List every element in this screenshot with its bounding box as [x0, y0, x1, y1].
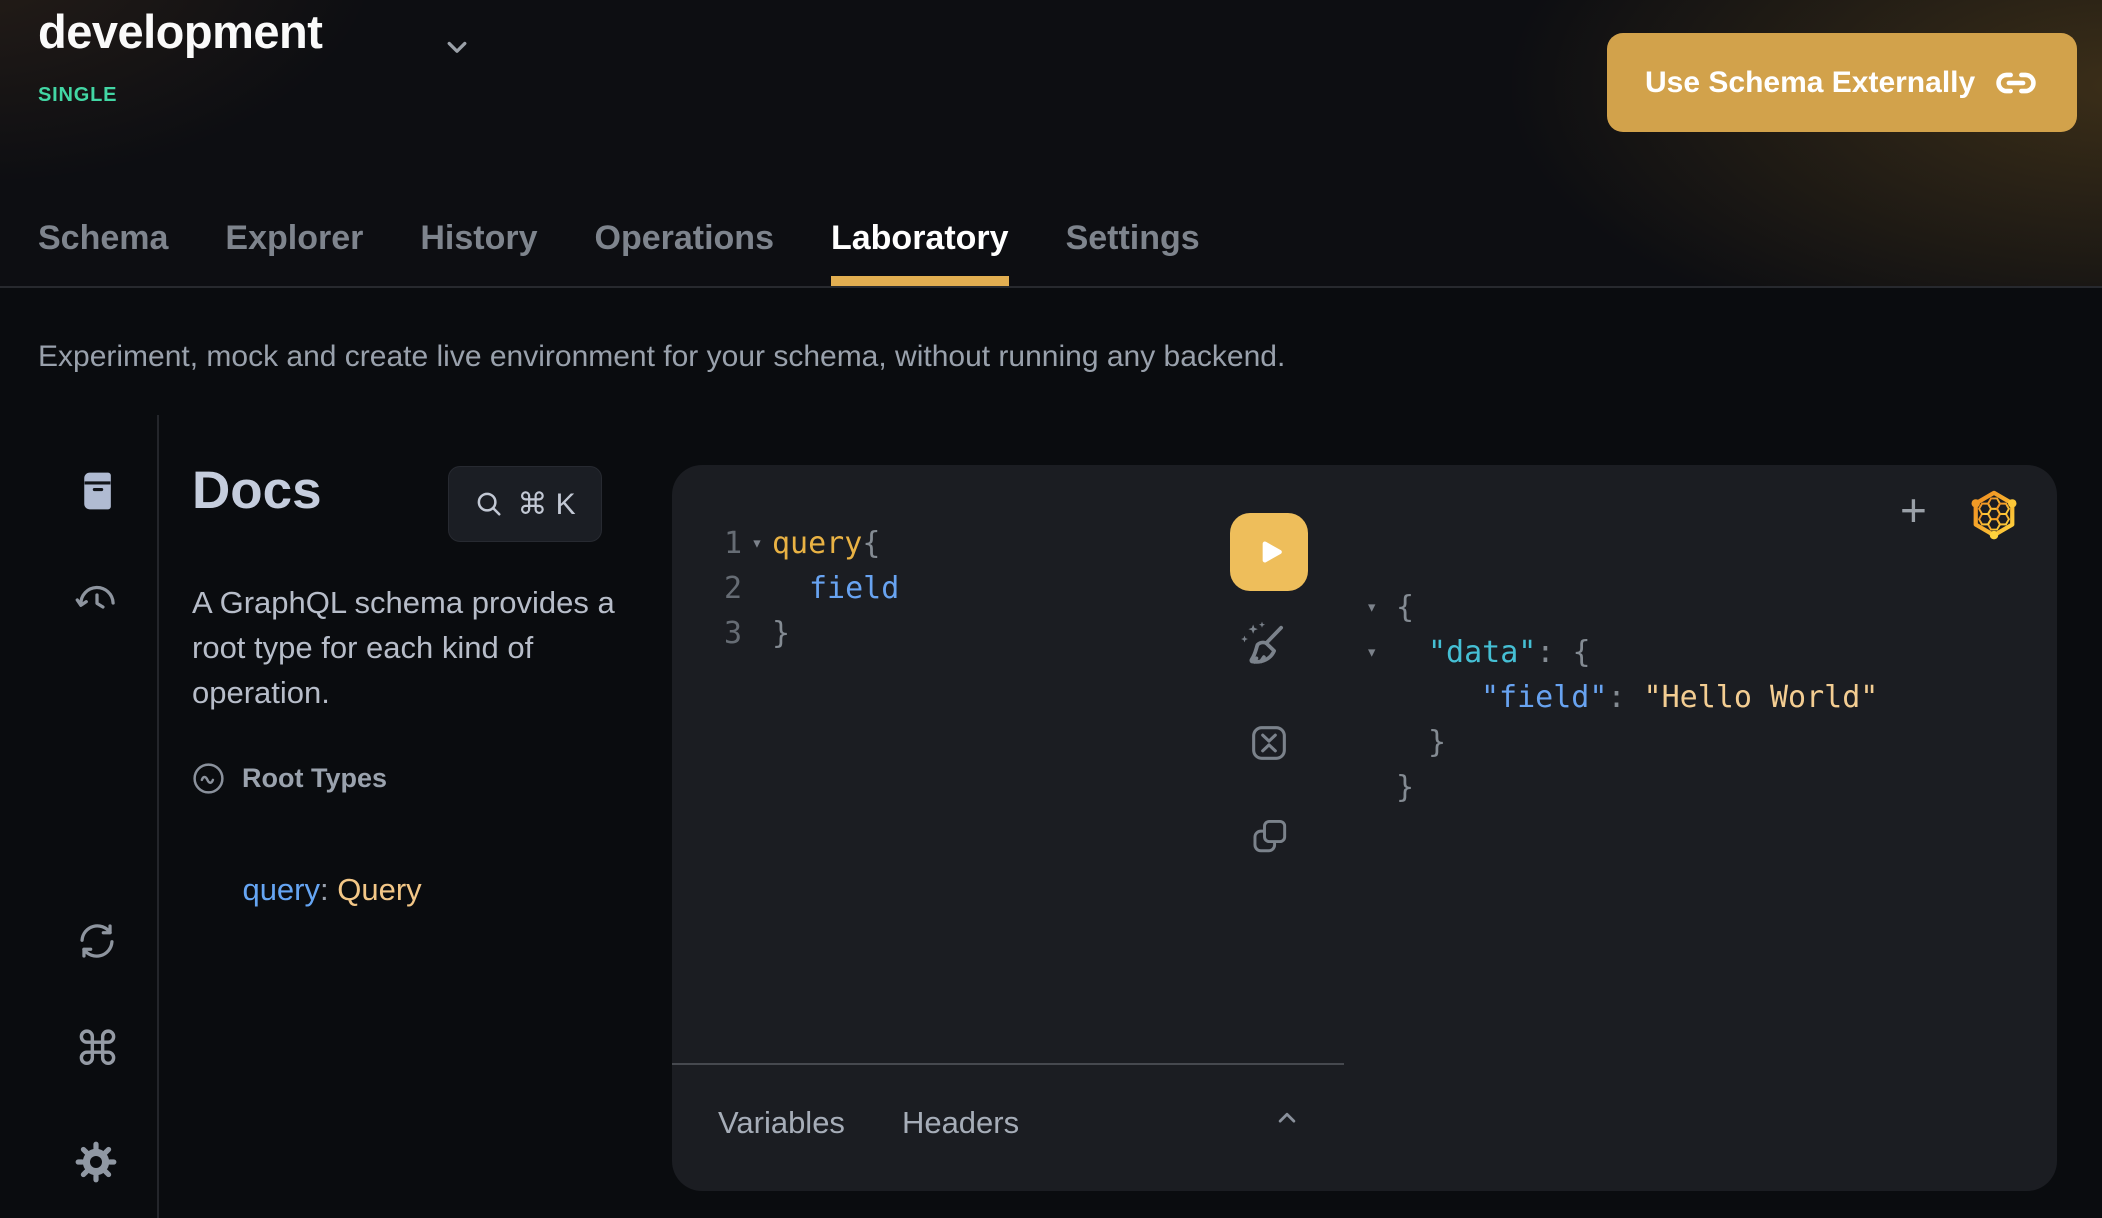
copy-query-icon[interactable] [1248, 815, 1292, 859]
add-tab-button[interactable]: + [1900, 487, 1927, 533]
query-editor-line: 2 field [718, 566, 899, 611]
json-token-brace: { [1554, 630, 1590, 675]
root-type-query-link[interactable]: query: Query [208, 836, 422, 944]
tab-explorer[interactable]: Explorer [225, 219, 363, 286]
environment-badge: SINGLE [38, 84, 117, 107]
docs-search-button[interactable]: ⌘ K [448, 466, 602, 542]
search-icon [474, 489, 504, 519]
query-editor[interactable]: 1 ▾ query { 2 field 3 } [718, 521, 899, 656]
workspace-switcher-chevron-down-icon[interactable] [440, 30, 474, 69]
refresh-schema-icon[interactable] [74, 918, 120, 964]
docs-book-icon[interactable] [76, 468, 120, 514]
json-token-string-value: "Hello World" [1626, 675, 1879, 720]
tab-schema[interactable]: Schema [38, 219, 168, 286]
line-number: 1 [718, 521, 742, 566]
response-line: } [1366, 765, 1878, 810]
merge-fragments-icon[interactable] [1246, 720, 1292, 766]
use-schema-externally-label: Use Schema Externally [1645, 66, 1975, 100]
keyboard-shortcuts-icon[interactable]: ⌘ [74, 1026, 121, 1073]
page-subtitle: Experiment, mock and create live environ… [38, 340, 1285, 374]
root-types-heading: Root Types [242, 763, 387, 794]
workspace-title: development [38, 4, 322, 59]
response-viewer: ▾ { ▾ "data" : { "field" : "Hello World"… [1366, 585, 1878, 810]
json-token-brace: { [1396, 585, 1414, 630]
json-token-colon: : [1607, 675, 1625, 720]
tab-variables[interactable]: Variables [718, 1105, 845, 1141]
root-type-separator: : [320, 872, 337, 907]
graphiql-panel: 1 ▾ query { 2 field 3 } [672, 465, 2057, 1191]
use-schema-externally-button[interactable]: Use Schema Externally [1607, 33, 2077, 132]
fold-arrow-icon[interactable]: ▾ [1366, 643, 1377, 662]
docs-description: A GraphQL schema provides a root type fo… [192, 580, 622, 715]
editor-footer-tabs: Variables Headers [718, 1105, 1019, 1141]
docs-panel-title: Docs [192, 460, 322, 521]
fold-arrow-icon[interactable]: ▾ [742, 521, 772, 566]
json-token-key: "data" [1396, 630, 1536, 675]
tab-operations[interactable]: Operations [595, 219, 774, 286]
response-line: ▾ { [1366, 585, 1878, 630]
prettify-query-icon[interactable] [1234, 617, 1290, 673]
json-token-key: "field" [1396, 675, 1607, 720]
query-editor-line: 1 ▾ query { [718, 521, 899, 566]
response-line: ▾ "data" : { [1366, 630, 1878, 675]
execute-query-button[interactable] [1230, 513, 1308, 591]
response-line: "field" : "Hello World" [1366, 675, 1878, 720]
root-type-type-link[interactable]: Query [337, 872, 421, 907]
fold-arrow-icon[interactable]: ▾ [1366, 598, 1377, 617]
json-token-brace: } [1396, 765, 1414, 810]
line-number: 2 [718, 566, 742, 611]
tab-headers[interactable]: Headers [902, 1105, 1019, 1141]
history-icon[interactable] [74, 580, 120, 626]
json-token-brace: } [1396, 720, 1446, 765]
tab-history[interactable]: History [420, 219, 537, 286]
editor-footer-divider [672, 1063, 1344, 1065]
page-header: development SINGLE Use Schema Externally… [0, 0, 2102, 288]
code-token-brace: { [862, 521, 880, 566]
line-number: 3 [718, 611, 742, 656]
code-token-brace: } [772, 611, 790, 656]
play-icon [1249, 532, 1289, 572]
command-glyph: ⌘ [74, 1022, 121, 1077]
main-nav: Schema Explorer History Operations Labor… [38, 219, 1200, 286]
sidebar-divider [157, 415, 159, 1218]
code-token-field: field [772, 566, 899, 611]
laboratory-page: development SINGLE Use Schema Externally… [0, 0, 2102, 1218]
root-type-name: query [242, 872, 320, 907]
tab-laboratory[interactable]: Laboratory [831, 219, 1009, 286]
query-editor-line: 3 } [718, 611, 899, 656]
json-token-colon: : [1536, 630, 1554, 675]
collapse-footer-chevron-up-icon[interactable] [1272, 1103, 1302, 1133]
graphql-hive-logo-icon[interactable] [1969, 487, 2019, 541]
link-icon [1993, 60, 2039, 106]
settings-gear-icon[interactable] [72, 1138, 120, 1186]
root-types-heading-row: Root Types [192, 762, 387, 795]
tab-settings[interactable]: Settings [1066, 219, 1200, 286]
root-types-icon [192, 762, 225, 795]
response-line: } [1366, 720, 1878, 765]
search-shortcut-label: ⌘ K [517, 487, 575, 522]
code-token-keyword: query [772, 521, 862, 566]
